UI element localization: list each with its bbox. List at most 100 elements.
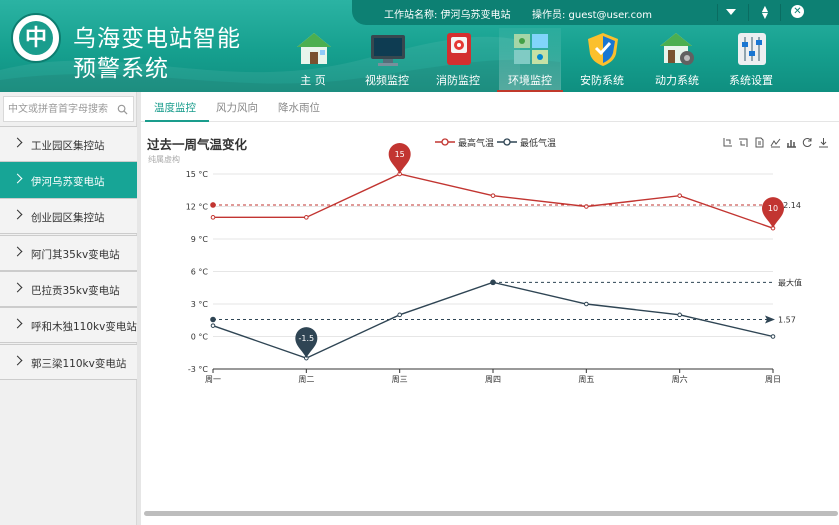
restore-icon[interactable]: [802, 137, 813, 148]
chart-title: 过去一周气温变化: [147, 137, 248, 152]
max-line-label: 最大值: [778, 277, 802, 287]
sidebar-item-label: 呼和木独110kv变电站: [31, 321, 137, 333]
data-point: [304, 215, 309, 220]
chevron-right-icon: [12, 355, 23, 366]
zoom-icon[interactable]: [722, 137, 733, 148]
y-tick-label: 15 °C: [186, 170, 209, 179]
main-panel: 温度监控 风力风向 降水雨位 -3 °C 0 °C 3 °C 6 °C 9 °C 12 °…: [141, 92, 839, 525]
data-point: [677, 312, 682, 318]
y-tick-label: 9 °C: [191, 235, 209, 244]
y-tick-label: 3 °C: [191, 300, 209, 309]
sidebar-item-station[interactable]: 巴拉贡35kv变电站: [0, 271, 137, 307]
x-tick-label: 周五: [578, 375, 594, 384]
nav-label: 动力系统: [655, 74, 699, 87]
sidebar-item-label: 创业园区集控站: [31, 212, 105, 224]
data-point: [490, 193, 496, 198]
chevron-right-icon: [12, 173, 23, 184]
operator-label: 操作员: guest@user.com: [532, 10, 652, 21]
nav-label: 主 页: [300, 74, 326, 87]
x-tick-label: 周六: [672, 374, 688, 384]
app-header: 中 乌海变电站智能 预警系统 工作站名称: 伊河乌苏变电站 操作员: guest…: [0, 0, 839, 92]
sidebar-item-station[interactable]: 工业园区集控站: [0, 126, 137, 162]
sidebar-item-label: 工业园区集控站: [31, 140, 105, 152]
data-point: [210, 215, 216, 220]
pin-label: -1.5: [299, 334, 315, 343]
shield-icon: [588, 33, 618, 66]
average-line-label: 1.57: [778, 315, 796, 324]
series-line-0: [213, 173, 774, 229]
sidebar-item-station[interactable]: 阿门其35kv变电站: [0, 235, 137, 271]
environment-icon: [514, 34, 548, 64]
close-icon[interactable]: ✕: [791, 5, 804, 18]
x-tick-label: 周四: [485, 375, 501, 384]
window-resize-updown-icon[interactable]: ▲ ▼: [760, 5, 770, 20]
data-point: [210, 323, 216, 328]
sliders-icon: [738, 33, 766, 65]
pin-label: 15: [395, 150, 405, 159]
sidebar-item-station[interactable]: 呼和木独110kv变电站: [0, 307, 137, 343]
nav-label: 环境监控: [508, 74, 552, 87]
chevron-right-icon: [12, 209, 23, 220]
nav-item-fire[interactable]: 消防监控: [427, 28, 489, 90]
app-title-line2: 预警系统: [73, 56, 169, 82]
chevron-right-icon: [12, 318, 23, 329]
sidebar-item-label: 伊河乌苏变电站: [31, 176, 105, 188]
nav-item-power[interactable]: 动力系统: [646, 28, 708, 90]
sidebar-item-station[interactable]: 郭三梁110kv变电站: [0, 344, 137, 380]
y-tick-label: -3 °C: [188, 365, 209, 374]
station-search-input[interactable]: [8, 101, 116, 117]
x-tick-label: 周日: [765, 375, 781, 384]
chevron-right-icon: [12, 137, 23, 148]
series-line-1: [212, 281, 774, 359]
zoom-reset-icon[interactable]: [738, 137, 749, 148]
nav-label: 系统设置: [729, 74, 773, 87]
nav-item-settings[interactable]: 系统设置: [720, 28, 782, 90]
data-point: [770, 334, 776, 339]
x-tick-label: 周二: [298, 375, 314, 384]
app-logo: 中: [11, 13, 61, 63]
data-point: [677, 193, 682, 198]
nav-item-security[interactable]: 安防系统: [571, 28, 633, 90]
fire-alarm-icon: [447, 33, 471, 65]
y-tick-label: 12 °C: [186, 203, 209, 212]
logo-mark: 中: [19, 21, 53, 55]
chart-subtitle: 纯属虚构: [148, 155, 180, 164]
home-icon: [297, 33, 331, 64]
pin-label: 10: [768, 204, 778, 213]
chevron-right-icon: [12, 282, 23, 293]
topbar-divider: [748, 4, 749, 21]
nav-item-video[interactable]: 视频监控: [356, 28, 418, 90]
nav-label: 安防系统: [580, 74, 624, 87]
min-pin: 10: [762, 197, 784, 229]
user-menu-chevron-down-icon[interactable]: [726, 9, 736, 15]
data-point: [584, 301, 589, 307]
horizontal-scrollbar[interactable]: [144, 511, 838, 516]
chevron-right-icon: [12, 246, 23, 257]
temperature-chart: -3 °C 0 °C 3 °C 6 °C 9 °C 12 °C 15 °C 周一 周二 周三 周四 周…: [186, 143, 802, 384]
app-title-line1: 乌海变电站智能: [73, 26, 241, 52]
legend-label: 最高气温: [458, 139, 495, 149]
line-chart-icon[interactable]: [770, 137, 781, 148]
legend-label: 最低气温: [520, 139, 557, 149]
nav-item-environment[interactable]: 环境监控: [497, 28, 563, 92]
power-house-icon: [660, 33, 694, 65]
search-icon[interactable]: [117, 104, 128, 115]
data-point: [397, 312, 402, 318]
top-status-bar: 工作站名称: 伊河乌苏变电站 操作员: guest@user.com ▲ ▼ ✕: [352, 0, 839, 25]
x-tick-label: 周三: [392, 375, 408, 384]
topbar-divider: [717, 4, 718, 21]
y-tick-label: 0 °C: [191, 333, 209, 342]
data-view-icon[interactable]: [754, 137, 765, 148]
bar-chart-icon[interactable]: [786, 137, 797, 148]
monitor-icon: [371, 35, 405, 66]
topbar-divider: [780, 4, 781, 21]
sidebar-item-station-active[interactable]: 伊河乌苏变电站: [0, 162, 137, 198]
sidebar-item-label: 阿门其35kv变电站: [31, 249, 120, 261]
sidebar-item-station[interactable]: 创业园区集控站: [0, 198, 137, 234]
station-search-box: [3, 96, 134, 122]
sidebar-item-label: 郭三梁110kv变电站: [31, 358, 127, 370]
download-icon[interactable]: [818, 137, 829, 148]
y-tick-label: 6 °C: [191, 268, 209, 277]
max-pin: 15: [388, 143, 411, 174]
nav-item-home[interactable]: 主 页: [282, 28, 344, 90]
